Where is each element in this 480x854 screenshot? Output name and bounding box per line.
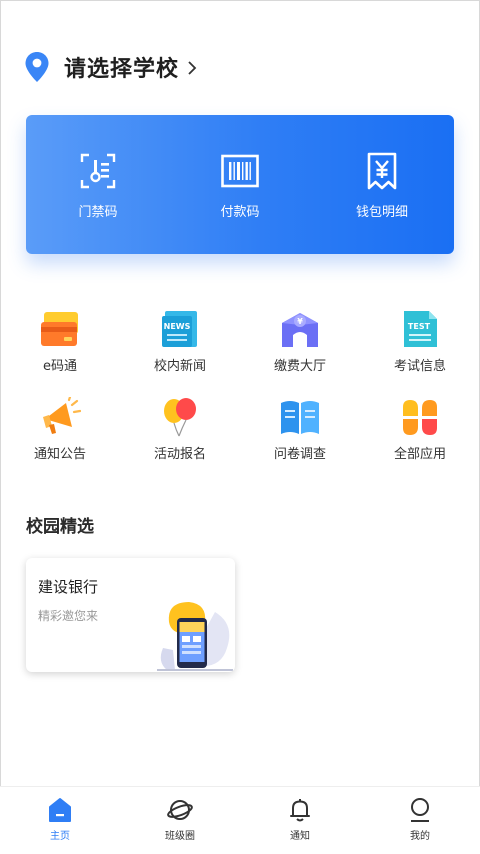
grid-label-ecode: e码通 bbox=[43, 359, 77, 374]
wallet-details-button[interactable]: 钱包明细 bbox=[322, 151, 442, 220]
payment-code-label: 付款码 bbox=[220, 205, 260, 220]
grid-item-exam-info[interactable]: TEST 考试信息 bbox=[365, 309, 475, 374]
grid-label-exam-info: 考试信息 bbox=[393, 359, 446, 374]
user-icon bbox=[411, 798, 429, 822]
card-icon bbox=[41, 312, 78, 346]
wallet-details-label: 钱包明细 bbox=[355, 205, 408, 220]
promo-title: 建设银行 bbox=[38, 578, 99, 596]
bottom-tab-bar: 主页 班级圈 通知 我的 bbox=[0, 786, 480, 854]
grid-label-payment-hall: 缴费大厅 bbox=[273, 359, 326, 374]
grid-label-notice: 通知公告 bbox=[33, 447, 86, 462]
school-selector[interactable]: 请选择学校 bbox=[24, 50, 199, 84]
grid-item-all-apps[interactable]: 全部应用 bbox=[365, 397, 475, 462]
tab-home[interactable]: 主页 bbox=[10, 797, 110, 842]
location-pin-icon bbox=[25, 52, 49, 82]
yuan-badge-text: ¥ bbox=[297, 317, 303, 326]
tab-class-circle-label: 班级圈 bbox=[165, 831, 195, 842]
payment-code-button[interactable]: 付款码 bbox=[180, 151, 300, 220]
payment-hall-icon: ¥ bbox=[282, 313, 318, 347]
tab-profile-label: 我的 bbox=[410, 831, 430, 842]
quick-pay-card: 门禁码 付款码 钱包明细 bbox=[26, 115, 454, 254]
grid-label-campus-news: 校内新闻 bbox=[153, 359, 206, 374]
megaphone-icon bbox=[43, 397, 81, 434]
grid-item-campus-news[interactable]: NEWS 校内新闻 bbox=[125, 309, 235, 374]
news-icon: NEWS bbox=[162, 311, 197, 347]
tab-profile[interactable]: 我的 bbox=[370, 797, 470, 842]
open-book-icon bbox=[281, 401, 319, 434]
tab-class-circle[interactable]: 班级圈 bbox=[130, 797, 230, 842]
access-code-label: 门禁码 bbox=[78, 205, 118, 220]
promo-card-ccb[interactable]: 建设银行 精彩邀您来 bbox=[26, 558, 235, 672]
test-paper-icon: TEST bbox=[404, 311, 437, 347]
access-code-button[interactable]: 门禁码 bbox=[38, 151, 158, 220]
grid-label-all-apps: 全部应用 bbox=[393, 447, 446, 462]
tab-home-label: 主页 bbox=[50, 831, 70, 842]
access-code-icon bbox=[80, 153, 116, 189]
phone-illustration-icon bbox=[157, 602, 233, 671]
home-icon bbox=[49, 798, 71, 822]
grid-item-payment-hall[interactable]: ¥ 缴费大厅 bbox=[245, 309, 355, 374]
grid-label-survey: 问卷调查 bbox=[273, 447, 326, 462]
barcode-icon bbox=[221, 154, 259, 188]
planet-icon bbox=[167, 800, 193, 820]
section-title: 校园精选 bbox=[26, 517, 94, 537]
grid-item-ecode[interactable]: e码通 bbox=[5, 309, 115, 374]
grid-label-event-signup: 活动报名 bbox=[153, 447, 206, 462]
chevron-right-icon bbox=[188, 61, 197, 75]
grid-item-event-signup[interactable]: 活动报名 bbox=[125, 397, 235, 462]
tab-notifications-label: 通知 bbox=[290, 831, 310, 842]
grid-item-survey[interactable]: 问卷调查 bbox=[245, 397, 355, 462]
wallet-receipt-icon bbox=[367, 152, 397, 190]
bell-icon bbox=[290, 799, 310, 822]
tab-notifications[interactable]: 通知 bbox=[250, 797, 350, 842]
all-apps-icon bbox=[403, 400, 437, 435]
grid-item-notice[interactable]: 通知公告 bbox=[5, 397, 115, 462]
school-selector-label: 请选择学校 bbox=[64, 57, 180, 82]
news-badge-text: NEWS bbox=[164, 322, 191, 331]
test-badge-text: TEST bbox=[408, 322, 431, 331]
balloons-icon bbox=[164, 398, 196, 437]
promo-subtitle: 精彩邀您来 bbox=[38, 609, 99, 623]
